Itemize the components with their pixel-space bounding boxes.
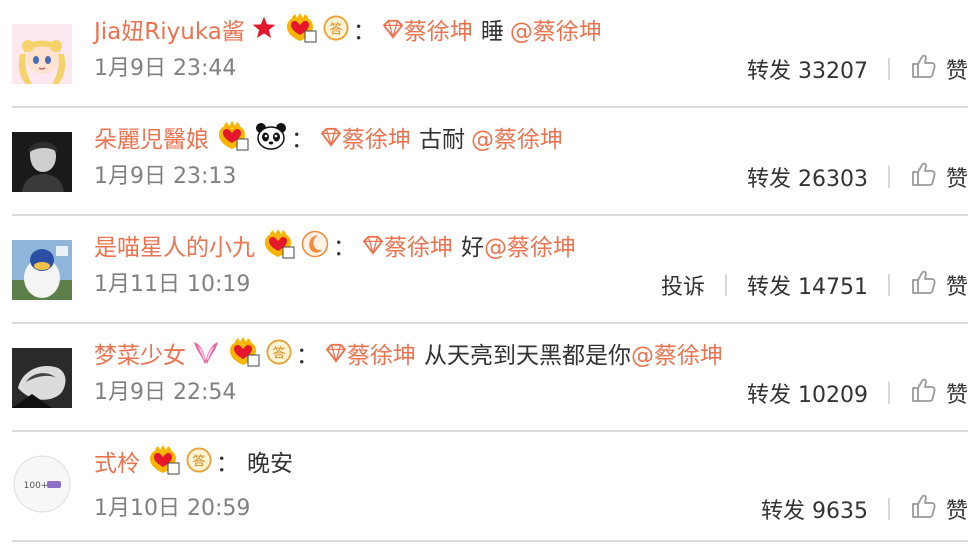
thumbs-up-icon[interactable] xyxy=(910,53,936,85)
panda-icon xyxy=(255,122,287,158)
colon: ： xyxy=(291,127,314,153)
repost-count: 26303 xyxy=(797,167,868,192)
thumbs-up-icon[interactable] xyxy=(910,269,936,301)
comment-line: Jia妞Riyuka酱 ： 蔡徐坤 睡 @蔡徐坤 xyxy=(94,13,602,51)
repost-label: 转发 xyxy=(746,275,791,300)
comment-actions: 转发 9635 赞 xyxy=(761,494,968,524)
report-button[interactable]: 投诉 xyxy=(661,269,705,301)
colon: ： xyxy=(333,235,356,261)
red-star-icon xyxy=(251,15,277,49)
comment-item: 是喵星人的小九 ： 蔡徐坤 好 @蔡徐坤 1月11日 10:19 投诉 转发 1… xyxy=(0,216,974,324)
comment-date: 1月9日 22:54 xyxy=(94,380,237,405)
gem-icon xyxy=(362,233,384,263)
comment-text: 好 xyxy=(461,235,484,261)
comment-line: 式柃 ： 晚安 xyxy=(94,445,299,483)
repost-label: 转发 xyxy=(760,499,805,524)
comment-date: 1月9日 23:44 xyxy=(94,56,237,81)
like-button[interactable]: 赞 xyxy=(946,161,968,193)
username-link[interactable]: 式柃 xyxy=(94,449,140,479)
comment-date: 1月9日 23:13 xyxy=(94,164,237,189)
repost-button[interactable]: 转发 10209 xyxy=(747,377,868,409)
repost-label: 转发 xyxy=(746,167,791,192)
comment-actions: 转发 26303 赞 xyxy=(747,162,968,192)
like-button[interactable]: 赞 xyxy=(946,493,968,525)
comment-text: 晚安 xyxy=(247,451,293,477)
comment-actions: 转发 10209 赞 xyxy=(747,378,968,408)
colon: ： xyxy=(296,343,319,369)
mention-link[interactable]: @蔡徐坤 xyxy=(484,233,576,263)
divider xyxy=(887,166,890,188)
comment-item: 朵麗児醫娘 ： 蔡徐坤 古耐 @蔡徐坤 1月9日 23:13 转发 26303 … xyxy=(0,108,974,216)
repost-button[interactable]: 转发 14751 xyxy=(747,269,868,301)
comment-item: 100+ 式柃 ： 晚安 1月10日 20:59 转发 9635 赞 xyxy=(0,432,974,542)
comment-line: 梦菜少女 ： 蔡徐坤 从天亮到天黑都是你 @蔡徐坤 xyxy=(94,337,723,375)
answer-badge-icon[interactable] xyxy=(266,339,292,373)
repost-button[interactable]: 转发 26303 xyxy=(747,161,868,193)
repost-button[interactable]: 转发 33207 xyxy=(747,53,868,85)
comment-text: 睡 xyxy=(480,19,504,45)
avatar[interactable]: 100+ xyxy=(12,454,72,514)
divider xyxy=(887,382,890,404)
moon-badge-icon xyxy=(301,230,329,266)
comment-actions: 转发 33207 赞 xyxy=(747,54,968,84)
avatar[interactable] xyxy=(12,132,72,192)
mention-link[interactable]: @蔡徐坤 xyxy=(471,125,563,155)
comment-text: 古耐 xyxy=(419,127,465,153)
avatar-text: 100+ xyxy=(24,481,49,491)
repost-label: 转发 xyxy=(746,59,791,84)
colon: ： xyxy=(352,19,376,45)
vip-crown-icon[interactable] xyxy=(146,445,180,483)
repost-count: 9635 xyxy=(811,499,868,524)
mention-link[interactable]: @蔡徐坤 xyxy=(510,17,602,47)
divider xyxy=(887,58,890,80)
gem-icon xyxy=(382,17,404,47)
comment-actions: 投诉 转发 14751 赞 xyxy=(661,270,968,300)
comment-line: 朵麗児醫娘 ： 蔡徐坤 古耐 @蔡徐坤 xyxy=(94,121,563,159)
like-button[interactable]: 赞 xyxy=(946,53,968,85)
comment-item: 梦菜少女 ： 蔡徐坤 从天亮到天黑都是你 @蔡徐坤 1月9日 22:54 转发 … xyxy=(0,324,974,432)
answer-badge-icon[interactable] xyxy=(323,15,349,49)
like-button[interactable]: 赞 xyxy=(946,269,968,301)
divider xyxy=(724,274,727,296)
gem-icon xyxy=(325,341,347,371)
repost-count: 33207 xyxy=(797,59,868,84)
mention-link[interactable]: 蔡徐坤 xyxy=(347,341,416,371)
repost-button[interactable]: 转发 9635 xyxy=(761,493,868,525)
repost-count: 10209 xyxy=(797,383,868,408)
username-link[interactable]: 朵麗児醫娘 xyxy=(94,125,209,155)
username-link[interactable]: 梦菜少女 xyxy=(94,341,186,371)
divider xyxy=(887,274,890,296)
comment-item: Jia妞Riyuka酱 ： 蔡徐坤 睡 @蔡徐坤 1月9日 23:44 转发 3… xyxy=(0,0,974,108)
vip-crown-icon[interactable] xyxy=(283,13,317,51)
username-link[interactable]: 是喵星人的小九 xyxy=(94,233,255,263)
username-link[interactable]: Jia妞Riyuka酱 xyxy=(94,17,245,47)
mention-link[interactable]: 蔡徐坤 xyxy=(384,233,453,263)
comment-date: 1月10日 20:59 xyxy=(94,496,251,521)
avatar[interactable] xyxy=(12,24,72,84)
avatar[interactable] xyxy=(12,348,72,408)
vip-crown-icon[interactable] xyxy=(261,229,295,267)
thumbs-up-icon[interactable] xyxy=(910,493,936,525)
comment-line: 是喵星人的小九 ： 蔡徐坤 好 @蔡徐坤 xyxy=(94,229,576,267)
mention-link[interactable]: 蔡徐坤 xyxy=(404,17,473,47)
repost-count: 14751 xyxy=(797,275,868,300)
colon: ： xyxy=(216,451,239,477)
thumbs-up-icon[interactable] xyxy=(910,377,936,409)
mention-link[interactable]: 蔡徐坤 xyxy=(342,125,411,155)
like-button[interactable]: 赞 xyxy=(946,377,968,409)
gem-icon xyxy=(320,125,342,155)
bunny-ears-icon xyxy=(192,338,220,374)
divider xyxy=(887,498,890,520)
vip-crown-icon[interactable] xyxy=(226,337,260,375)
mention-link[interactable]: @蔡徐坤 xyxy=(631,341,723,371)
vip-crown-icon[interactable] xyxy=(215,121,249,159)
thumbs-up-icon[interactable] xyxy=(910,161,936,193)
comment-date: 1月11日 10:19 xyxy=(94,272,251,297)
avatar[interactable] xyxy=(12,240,72,300)
comment-text: 从天亮到天黑都是你 xyxy=(424,343,631,369)
repost-label: 转发 xyxy=(746,383,791,408)
answer-badge-icon[interactable] xyxy=(186,447,212,481)
